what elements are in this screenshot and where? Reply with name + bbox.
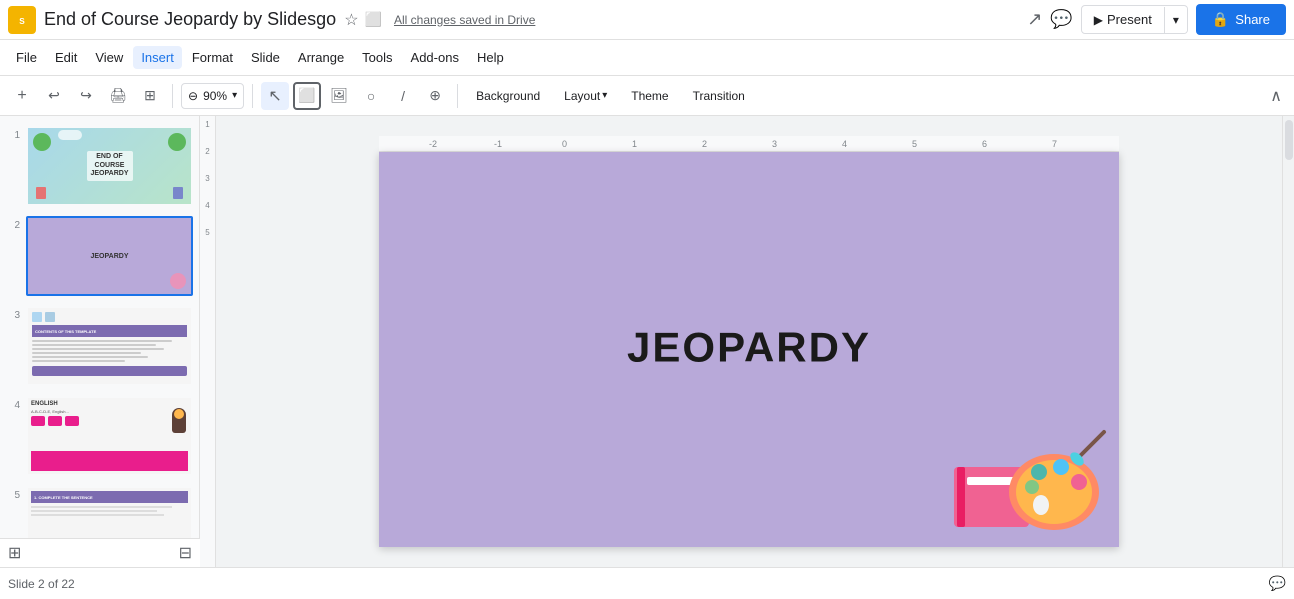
layout-dropdown-icon: ▾ (602, 90, 607, 101)
folder-icon[interactable]: ⬜ (365, 11, 382, 28)
slide-number-1: 1 (6, 126, 20, 141)
slide-4-bg: ENGLISH A-B-C-D-E, English... (28, 398, 191, 474)
menu-help[interactable]: Help (469, 46, 512, 69)
slide-3-bg: CONTENTS OF THIS TEMPLATE (28, 308, 191, 384)
add-comment-icon[interactable]: 💬 (1269, 575, 1286, 592)
menu-arrange[interactable]: Arrange (290, 46, 352, 69)
present-label: Present (1107, 12, 1152, 27)
toolbar: + ↩ ↪ 🖨 ⊞ ⊖ 90% ▾ ↖ ⬜ 🖼 ○ / ⊕ Background… (0, 76, 1294, 116)
slide-4-subtitle: A-B-C-D-E, English... (31, 409, 188, 414)
slide-item-2[interactable]: 2 JEOPARDY (4, 214, 195, 298)
slide-number-3: 3 (6, 306, 20, 321)
slide-1-bg: END OFCOURSEJEOPARDY (28, 128, 191, 204)
grid-view-icon[interactable]: ⊞ (8, 543, 21, 563)
slide-2-bg: JEOPARDY (28, 218, 191, 294)
menu-addons[interactable]: Add-ons (403, 46, 467, 69)
title-bar: S End of Course Jeopardy by Slidesgo ☆ ⬜… (0, 0, 1294, 40)
save-status: All changes saved in Drive (394, 13, 535, 27)
vertical-scrollbar[interactable] (1282, 116, 1294, 567)
line-button[interactable]: / (389, 82, 417, 110)
zoom-control[interactable]: ⊖ 90% ▾ (181, 83, 244, 109)
menu-file[interactable]: File (8, 46, 45, 69)
slide-number-2: 2 (6, 216, 20, 231)
comment-icon[interactable]: 💬 (1050, 9, 1072, 30)
layout-label: Layout (564, 89, 600, 103)
svg-text:S: S (19, 16, 25, 25)
slide-thumb-3[interactable]: CONTENTS OF THIS TEMPLATE (26, 306, 193, 386)
slide-5-title: 1. COMPLETE THE SENTENCE (34, 495, 93, 500)
menu-slide[interactable]: Slide (243, 46, 288, 69)
slide-item-4[interactable]: 4 ENGLISH A-B-C-D-E, English... (4, 394, 195, 478)
filmstrip-view-icon[interactable]: ⊟ (179, 543, 192, 563)
background-button[interactable]: Background (466, 85, 550, 107)
slide-4-bottom (31, 451, 188, 471)
slide-number-4: 4 (6, 396, 20, 411)
slide-3-content (32, 340, 187, 362)
slide-title: JEOPARDY (627, 323, 871, 371)
slide-thumb-4[interactable]: ENGLISH A-B-C-D-E, English... (26, 396, 193, 476)
share-label: Share (1235, 12, 1270, 27)
redo-button[interactable]: ↪ (72, 82, 100, 110)
activity-icon[interactable]: ↗ (1027, 9, 1042, 30)
format-paint-button[interactable]: ⊞ (136, 82, 164, 110)
lock-icon: 🔒 (1212, 11, 1229, 28)
slide-count: Slide 2 of 22 (8, 577, 75, 591)
slide-5-bar: 1. COMPLETE THE SENTENCE (31, 491, 188, 503)
slide-1-title: END OFCOURSEJEOPARDY (87, 151, 133, 180)
present-icon: ▶ (1094, 13, 1103, 27)
add-slide-button[interactable]: + (8, 82, 36, 110)
toolbar-separator-3 (457, 84, 458, 108)
slide-3-header: CONTENTS OF THIS TEMPLATE (32, 325, 187, 337)
menu-format[interactable]: Format (184, 46, 241, 69)
palette-decoration (949, 427, 1109, 537)
slide-2-title: JEOPARDY (91, 253, 129, 260)
slide-4-title: ENGLISH (31, 401, 188, 407)
present-button[interactable]: ▶ Present (1082, 6, 1164, 33)
scrollbar-thumb[interactable] (1285, 120, 1293, 160)
toolbar-separator-1 (172, 84, 173, 108)
undo-button[interactable]: ↩ (40, 82, 68, 110)
add-element-button[interactable]: ⊕ (421, 82, 449, 110)
transition-button[interactable]: Transition (683, 85, 755, 107)
bottom-bar: Slide 2 of 22 💬 (0, 567, 1294, 599)
editor-area: -2 -1 0 1 2 3 4 5 6 7 JEOPARDY (216, 116, 1282, 567)
print-button[interactable]: 🖨 (104, 82, 132, 110)
horizontal-ruler: -2 -1 0 1 2 3 4 5 6 7 (379, 136, 1119, 152)
menu-view[interactable]: View (87, 46, 131, 69)
menu-bar: File Edit View Insert Format Slide Arran… (0, 40, 1294, 76)
toolbar-separator-2 (252, 84, 253, 108)
slide-panel: 1 END OFCOURSEJEOPARDY (0, 116, 200, 567)
theme-button[interactable]: Theme (621, 85, 678, 107)
present-dropdown[interactable]: ▾ (1164, 7, 1187, 33)
slide-item-3[interactable]: 3 CONTENTS OF THIS TEMPLATE (4, 304, 195, 388)
menu-edit[interactable]: Edit (47, 46, 85, 69)
shapes-button[interactable]: ○ (357, 82, 385, 110)
menu-insert[interactable]: Insert (133, 46, 182, 69)
slide-number-5: 5 (6, 486, 20, 501)
zoom-dropdown-icon: ▾ (232, 90, 237, 101)
layout-button[interactable]: Layout ▾ (554, 85, 617, 107)
slide-canvas[interactable]: JEOPARDY (379, 152, 1119, 547)
zoom-value: 90% (203, 89, 227, 103)
select-tool-button[interactable]: ↖ (261, 82, 289, 110)
main-area: 1 END OFCOURSEJEOPARDY (0, 116, 1294, 567)
collapse-toolbar-icon[interactable]: ∧ (1266, 84, 1286, 109)
image-insert-button[interactable]: 🖼 (325, 82, 353, 110)
star-icon[interactable]: ☆ (344, 10, 358, 30)
document-title[interactable]: End of Course Jeopardy by Slidesgo (44, 9, 336, 30)
share-button[interactable]: 🔒 Share (1196, 4, 1286, 35)
textbox-button[interactable]: ⬜ (293, 82, 321, 110)
slide-thumb-1[interactable]: END OFCOURSEJEOPARDY (26, 126, 193, 206)
menu-tools[interactable]: Tools (354, 46, 400, 69)
slide-thumb-2[interactable]: JEOPARDY (26, 216, 193, 296)
vertical-ruler: 1 2 3 4 5 (200, 116, 216, 567)
slide-3-header-text: CONTENTS OF THIS TEMPLATE (35, 329, 96, 334)
app-logo: S (8, 6, 36, 34)
zoom-minus-icon: ⊖ (188, 89, 198, 103)
toolbar-right: ∧ (1266, 86, 1286, 106)
slide-item-1[interactable]: 1 END OFCOURSEJEOPARDY (4, 124, 195, 208)
